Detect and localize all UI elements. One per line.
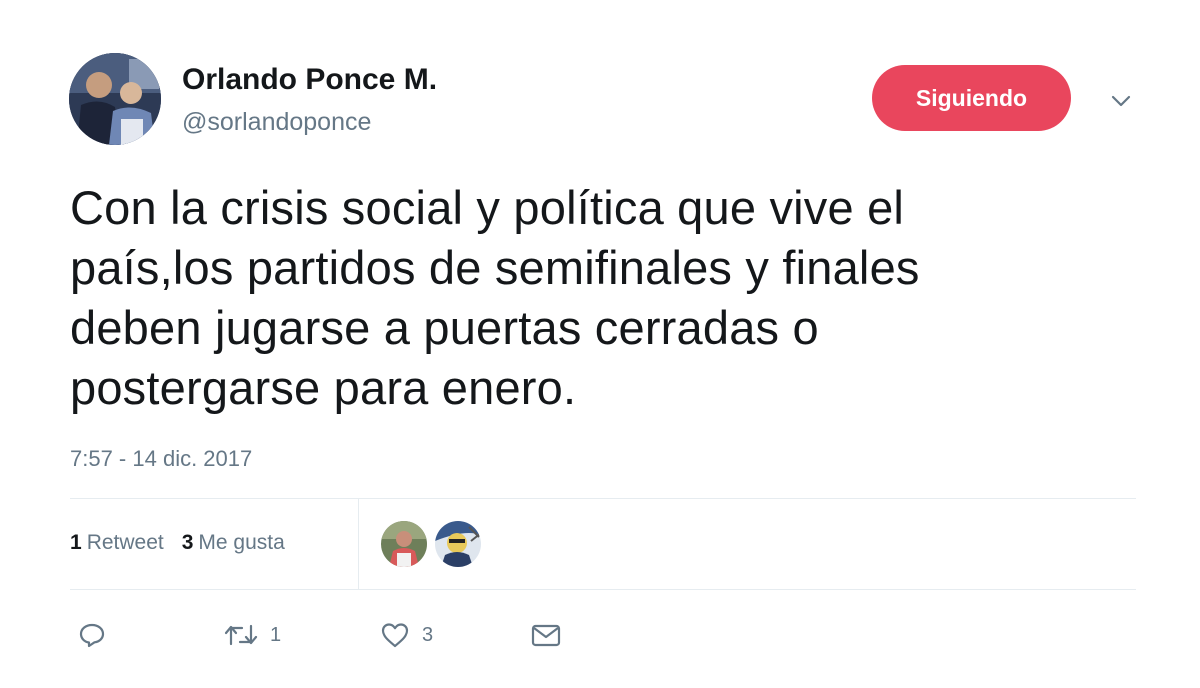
retweet-action-count: 1 <box>270 623 282 646</box>
tweet-timestamp[interactable]: 7:57 - 14 dic. 2017 <box>70 446 252 472</box>
like-label: Me gusta <box>198 531 285 554</box>
tweet-stats: 1 Retweet 3 Me gusta <box>70 531 285 555</box>
retweet-count: 1 <box>70 531 82 554</box>
retweet-button[interactable]: 1 <box>224 617 281 653</box>
retweet-icon <box>224 621 258 649</box>
liker-avatar[interactable] <box>435 521 481 567</box>
author-avatar[interactable] <box>69 53 161 145</box>
following-button[interactable]: Siguiendo <box>872 65 1071 131</box>
divider <box>70 589 1136 590</box>
vertical-divider <box>358 499 359 589</box>
envelope-icon <box>530 621 562 649</box>
author-handle[interactable]: @sorlandoponce <box>182 108 371 137</box>
tweet-card: Orlando Ponce M. @sorlandoponce Siguiend… <box>0 0 1200 688</box>
like-action-count: 3 <box>422 623 434 646</box>
like-button[interactable]: 3 <box>380 617 433 653</box>
direct-message-button[interactable] <box>530 617 562 653</box>
divider <box>70 498 1136 499</box>
reply-icon <box>78 621 106 649</box>
author-name[interactable]: Orlando Ponce M. <box>182 63 437 97</box>
liker-avatar[interactable] <box>381 521 427 567</box>
retweet-count-link[interactable]: 1 Retweet <box>70 531 164 555</box>
retweet-label: Retweet <box>86 531 164 554</box>
reply-button[interactable] <box>78 617 106 653</box>
like-count-link[interactable]: 3 Me gusta <box>182 531 285 555</box>
chevron-down-icon[interactable] <box>1108 88 1134 114</box>
liker-avatars <box>381 521 481 567</box>
heart-icon <box>380 621 410 649</box>
tweet-text: Con la crisis social y política que vive… <box>70 181 920 414</box>
like-count: 3 <box>181 531 194 554</box>
